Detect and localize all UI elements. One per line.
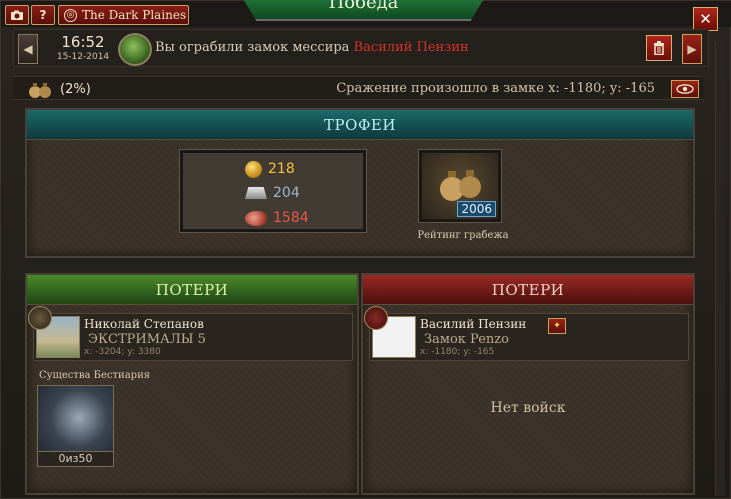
- camera-icon: [11, 10, 23, 20]
- attacker-clan: ЭКСТРИМАЛЫ 5: [88, 332, 206, 347]
- plunder-rating-value: 2006: [457, 201, 496, 217]
- message-time: 16:52: [61, 33, 105, 51]
- globe-icon: ◎: [64, 8, 77, 22]
- close-icon: ✕: [699, 10, 712, 28]
- gold-amount: 218: [268, 161, 295, 177]
- resources-box: 218 204 1584: [180, 150, 366, 232]
- meat-icon: [245, 210, 267, 226]
- faction-badge-icon: [28, 306, 52, 330]
- pin-button[interactable]: ✦: [548, 318, 566, 334]
- screenshot-button[interactable]: [5, 5, 29, 25]
- title-text: Победа: [328, 0, 399, 13]
- meat-amount: 1584: [273, 210, 309, 226]
- realm-name: The Dark Plaines: [82, 8, 187, 22]
- defender-card[interactable]: Василий Пензин ✦ Замок Penzo x: -1180; y…: [364, 306, 689, 361]
- view-location-button[interactable]: [671, 80, 699, 98]
- pin-icon: ✦: [553, 321, 561, 331]
- help-icon: ?: [39, 8, 47, 22]
- loot-bags-icon: [29, 83, 51, 98]
- attacker-losses-header: ПОТЕРИ: [27, 275, 357, 305]
- plunder-rating-icon[interactable]: 2006: [419, 150, 501, 222]
- close-button[interactable]: ✕: [693, 7, 718, 31]
- no-troops-text: Нет войск: [490, 400, 566, 416]
- defender-coords: x: -1180; y: -165: [420, 347, 495, 357]
- defender-losses-panel: ПОТЕРИ Василий Пензин ✦ Замок Penzo x: -…: [361, 273, 695, 495]
- gold-coin-icon: [245, 160, 262, 178]
- scrollbar[interactable]: [715, 41, 725, 496]
- realm-selector[interactable]: ◎ The Dark Plaines: [58, 5, 189, 25]
- meat-row: 1584: [245, 208, 309, 228]
- attacker-name: Николай Степанов: [84, 317, 204, 331]
- eye-icon: [676, 84, 694, 94]
- target-player-link[interactable]: Василий Пензин: [354, 40, 469, 55]
- arrow-left-icon: ◀: [23, 42, 33, 56]
- info-row: (2%) Сражение произошло в замке x: -1180…: [13, 76, 703, 100]
- arrow-right-icon: ▶: [687, 42, 697, 56]
- rabbit-icon: [118, 33, 152, 66]
- message-date: 15-12-2014: [56, 52, 110, 62]
- defender-castle: Замок Penzo: [424, 332, 509, 347]
- money-bags-icon: [440, 170, 481, 201]
- trophies-header: ТРОФЕИ: [27, 110, 693, 140]
- defender-losses-header: ПОТЕРИ: [363, 275, 693, 305]
- defender-name: Василий Пензин: [420, 317, 527, 331]
- iron-amount: 204: [273, 185, 300, 201]
- bestiary-label: Существа Бестиария: [39, 370, 151, 381]
- gold-row: 218: [245, 159, 295, 179]
- battle-report-window: ? ◎ The Dark Plaines Победа ✕ ◀ 16:52 15…: [0, 0, 731, 499]
- trash-icon: [654, 41, 664, 55]
- attacker-card[interactable]: Николай Степанов ЭКСТРИМАЛЫ 5 x: -3204; …: [28, 306, 353, 361]
- window-title: Победа: [236, 0, 491, 21]
- bestiary-count: 0из50: [37, 451, 114, 467]
- attacker-coords: x: -3204; y: 3380: [84, 347, 161, 357]
- delete-button[interactable]: [646, 35, 672, 61]
- message-text: Вы ограбили замок мессира Василий Пензин: [155, 40, 469, 55]
- loot-percent: (2%): [60, 82, 91, 97]
- top-strip: ? ◎ The Dark Plaines Победа: [1, 0, 731, 27]
- next-message-button[interactable]: ▶: [682, 34, 702, 64]
- trophies-panel: ТРОФЕИ 218 204 1584 2006 Рейтинг грабежа: [25, 108, 695, 258]
- faction-badge-icon: [364, 306, 388, 330]
- prev-message-button[interactable]: ◀: [18, 34, 38, 64]
- attacker-losses-panel: ПОТЕРИ Николай Степанов ЭКСТРИМАЛЫ 5 x: …: [25, 273, 359, 495]
- plunder-rating-label: Рейтинг грабежа: [417, 230, 509, 241]
- iron-ingot-icon: [245, 187, 267, 199]
- message-body: Вы ограбили замок мессира: [155, 40, 354, 55]
- iron-row: 204: [245, 183, 300, 203]
- help-button[interactable]: ?: [31, 5, 55, 25]
- message-row: ◀ 16:52 15-12-2014 Вы ограбили замок мес…: [13, 29, 709, 67]
- battle-location: Сражение произошло в замке x: -1180; y: …: [336, 81, 655, 96]
